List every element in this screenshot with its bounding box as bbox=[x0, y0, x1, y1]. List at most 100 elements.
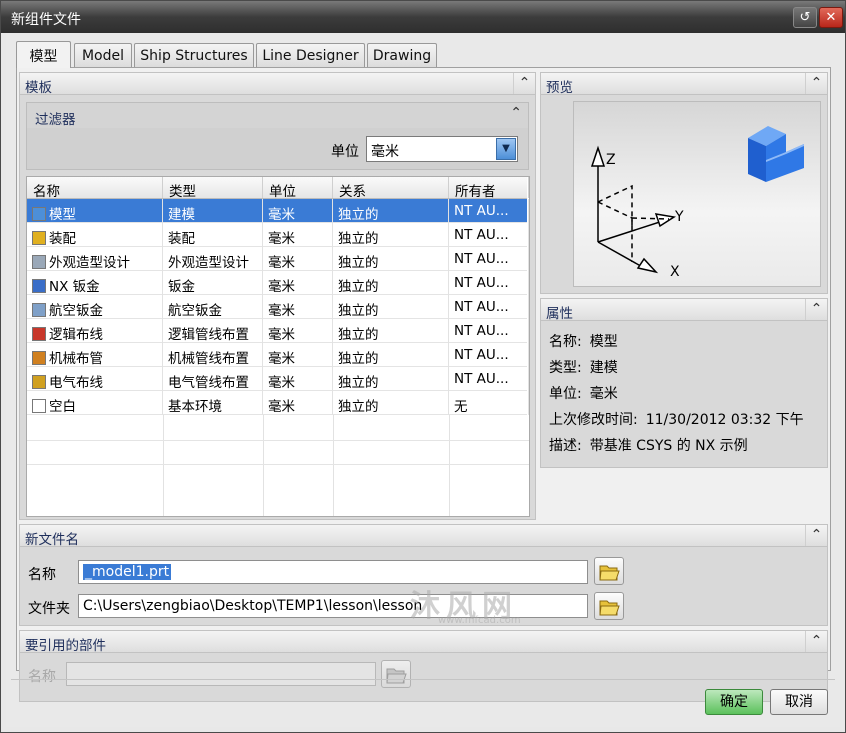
table-cell-text: 毫米 bbox=[268, 399, 295, 415]
referenced-name-input[interactable] bbox=[66, 662, 376, 686]
table-row[interactable]: 外观造型设计 外观造型设计 毫米 独立的 NT AU... bbox=[27, 247, 529, 271]
table-cell-owner: NT AU... bbox=[449, 343, 529, 367]
property-key: 描述: bbox=[549, 438, 582, 454]
properties-header[interactable]: 属性 ⌃ bbox=[541, 299, 827, 322]
csys-preview-graphic: Z Y X bbox=[590, 126, 804, 280]
referenced-part-header[interactable]: 要引用的部件 ⌃ bbox=[20, 631, 827, 654]
open-folder-icon bbox=[386, 668, 407, 684]
filter-header[interactable]: 过滤器 ⌃ bbox=[27, 103, 528, 128]
table-cell-owner: NT AU... bbox=[449, 199, 529, 223]
table-cell-text: 毫米 bbox=[268, 207, 295, 223]
table-cell-name: 外观造型设计 bbox=[27, 247, 163, 271]
property-value: 建模 bbox=[589, 360, 618, 376]
table-cell-text: 钣金 bbox=[168, 279, 195, 295]
axis-x-label: X bbox=[670, 264, 680, 280]
table-row[interactable]: 电气布线 电气管线布置 毫米 独立的 NT AU... bbox=[27, 367, 529, 391]
table-cell-type: 机械管线布置 bbox=[163, 343, 263, 367]
table-cell-text: NT AU... bbox=[454, 251, 509, 267]
unit-label: 单位 bbox=[331, 144, 359, 160]
column-header-owner[interactable]: 所有者 bbox=[449, 177, 529, 198]
browse-name-button[interactable] bbox=[594, 557, 624, 585]
table-row[interactable]: 模型 建模 毫米 独立的 NT AU... bbox=[27, 199, 529, 223]
table-row[interactable]: 逻辑布线 逻辑管线布置 毫米 独立的 NT AU... bbox=[27, 319, 529, 343]
browse-referenced-button[interactable] bbox=[381, 660, 411, 688]
cancel-button[interactable]: 取消 bbox=[770, 689, 828, 715]
browse-folder-button[interactable] bbox=[594, 592, 624, 620]
new-file-name-header[interactable]: 新文件名 ⌃ bbox=[20, 525, 827, 548]
tab-drawing[interactable]: Drawing bbox=[367, 43, 437, 67]
template-icon bbox=[32, 231, 46, 245]
empty-grid-line bbox=[163, 415, 164, 516]
empty-grid-line bbox=[263, 415, 264, 516]
table-cell-relation: 独立的 bbox=[333, 223, 449, 247]
table-cell-text: 航空钣金 bbox=[49, 303, 103, 319]
tab-model[interactable]: Model bbox=[74, 43, 132, 67]
table-cell-text: 逻辑管线布置 bbox=[168, 327, 249, 343]
table-cell-name: 航空钣金 bbox=[27, 295, 163, 319]
table-cell-unit: 毫米 bbox=[263, 367, 333, 391]
column-header-relation[interactable]: 关系 bbox=[333, 177, 449, 198]
table-row[interactable]: 机械布管 机械管线布置 毫米 独立的 NT AU... bbox=[27, 343, 529, 367]
table-cell-text: NT AU... bbox=[454, 203, 509, 219]
property-key: 上次修改时间: bbox=[549, 412, 638, 428]
property-row: 上次修改时间: 11/30/2012 03:32 下午 bbox=[549, 409, 804, 429]
collapse-chevron-up-icon[interactable]: ⌃ bbox=[513, 73, 535, 94]
template-icon bbox=[32, 255, 46, 269]
table-cell-text: 建模 bbox=[168, 207, 195, 223]
collapse-chevron-up-icon[interactable]: ⌃ bbox=[805, 73, 827, 94]
axis-z-label: Z bbox=[606, 152, 616, 168]
referenced-part-label: 要引用的部件 bbox=[25, 638, 106, 654]
templates-label: 模板 bbox=[25, 80, 52, 96]
table-cell-text: 外观造型设计 bbox=[168, 255, 249, 271]
table-row[interactable]: NX 钣金 钣金 毫米 独立的 NT AU... bbox=[27, 271, 529, 295]
title-bar[interactable]: 新组件文件 ↺ ✕ bbox=[1, 1, 845, 33]
table-cell-text: 独立的 bbox=[338, 231, 379, 247]
table-cell-name: 机械布管 bbox=[27, 343, 163, 367]
table-cell-text: NX 钣金 bbox=[49, 279, 100, 295]
property-value: 毫米 bbox=[589, 386, 618, 402]
table-cell-text: 机械管线布置 bbox=[168, 351, 249, 367]
close-button[interactable]: ✕ bbox=[819, 7, 843, 28]
table-row[interactable]: 空白 基本环境 毫米 独立的 无 bbox=[27, 391, 529, 415]
filter-collapse-chevron-up-icon[interactable]: ⌃ bbox=[510, 105, 522, 121]
table-cell-unit: 毫米 bbox=[263, 199, 333, 223]
tab-ship-structures[interactable]: Ship Structures bbox=[134, 43, 254, 67]
table-row[interactable]: 航空钣金 航空钣金 毫米 独立的 NT AU... bbox=[27, 295, 529, 319]
property-key: 名称: bbox=[549, 334, 582, 350]
reset-button[interactable]: ↺ bbox=[793, 7, 817, 28]
table-cell-text: 毫米 bbox=[268, 375, 295, 391]
properties-section: 属性 ⌃ 名称: 模型 类型: 建模 单位: 毫米 上次修改时间: 11/30/2012 03… bbox=[540, 298, 828, 468]
watermark-url: www.mfcad.com bbox=[438, 615, 521, 626]
collapse-chevron-up-icon[interactable]: ⌃ bbox=[805, 299, 827, 320]
table-cell-text: NT AU... bbox=[454, 323, 509, 339]
column-header-type[interactable]: 类型 bbox=[163, 177, 263, 198]
collapse-chevron-up-icon[interactable]: ⌃ bbox=[805, 631, 827, 652]
table-cell-text: 空白 bbox=[49, 399, 76, 415]
table-cell-text: 独立的 bbox=[338, 207, 379, 223]
table-cell-unit: 毫米 bbox=[263, 391, 333, 415]
table-cell-unit: 毫米 bbox=[263, 343, 333, 367]
tab-modeling[interactable]: 模型 bbox=[16, 41, 71, 68]
column-header-unit[interactable]: 单位 bbox=[263, 177, 333, 198]
ok-button[interactable]: 确定 bbox=[705, 689, 763, 715]
collapse-chevron-up-icon[interactable]: ⌃ bbox=[805, 525, 827, 546]
column-header-name[interactable]: 名称 bbox=[27, 177, 163, 198]
templates-header[interactable]: 模板 ⌃ bbox=[20, 73, 535, 96]
table-cell-text: 毫米 bbox=[268, 303, 295, 319]
table-row[interactable]: 装配 装配 毫米 独立的 NT AU... bbox=[27, 223, 529, 247]
table-cell-text: 毫米 bbox=[268, 279, 295, 295]
template-icon bbox=[32, 351, 46, 365]
tab-line-designer[interactable]: Line Designer bbox=[256, 43, 365, 67]
unit-select[interactable]: 毫米 ▼ bbox=[366, 136, 518, 162]
preview-header[interactable]: 预览 ⌃ bbox=[541, 73, 827, 96]
table-cell-type: 钣金 bbox=[163, 271, 263, 295]
table-cell-text: 外观造型设计 bbox=[49, 255, 130, 271]
table-cell-text: 电气布线 bbox=[49, 375, 103, 391]
table-cell-type: 逻辑管线布置 bbox=[163, 319, 263, 343]
table-cell-unit: 毫米 bbox=[263, 319, 333, 343]
table-cell-name: 逻辑布线 bbox=[27, 319, 163, 343]
dialog-body: 模型 Model Ship Structures Line Designer D… bbox=[6, 33, 840, 727]
table-cell-relation: 独立的 bbox=[333, 367, 449, 391]
table-cell-relation: 独立的 bbox=[333, 295, 449, 319]
dropdown-arrow-icon[interactable]: ▼ bbox=[496, 138, 516, 160]
